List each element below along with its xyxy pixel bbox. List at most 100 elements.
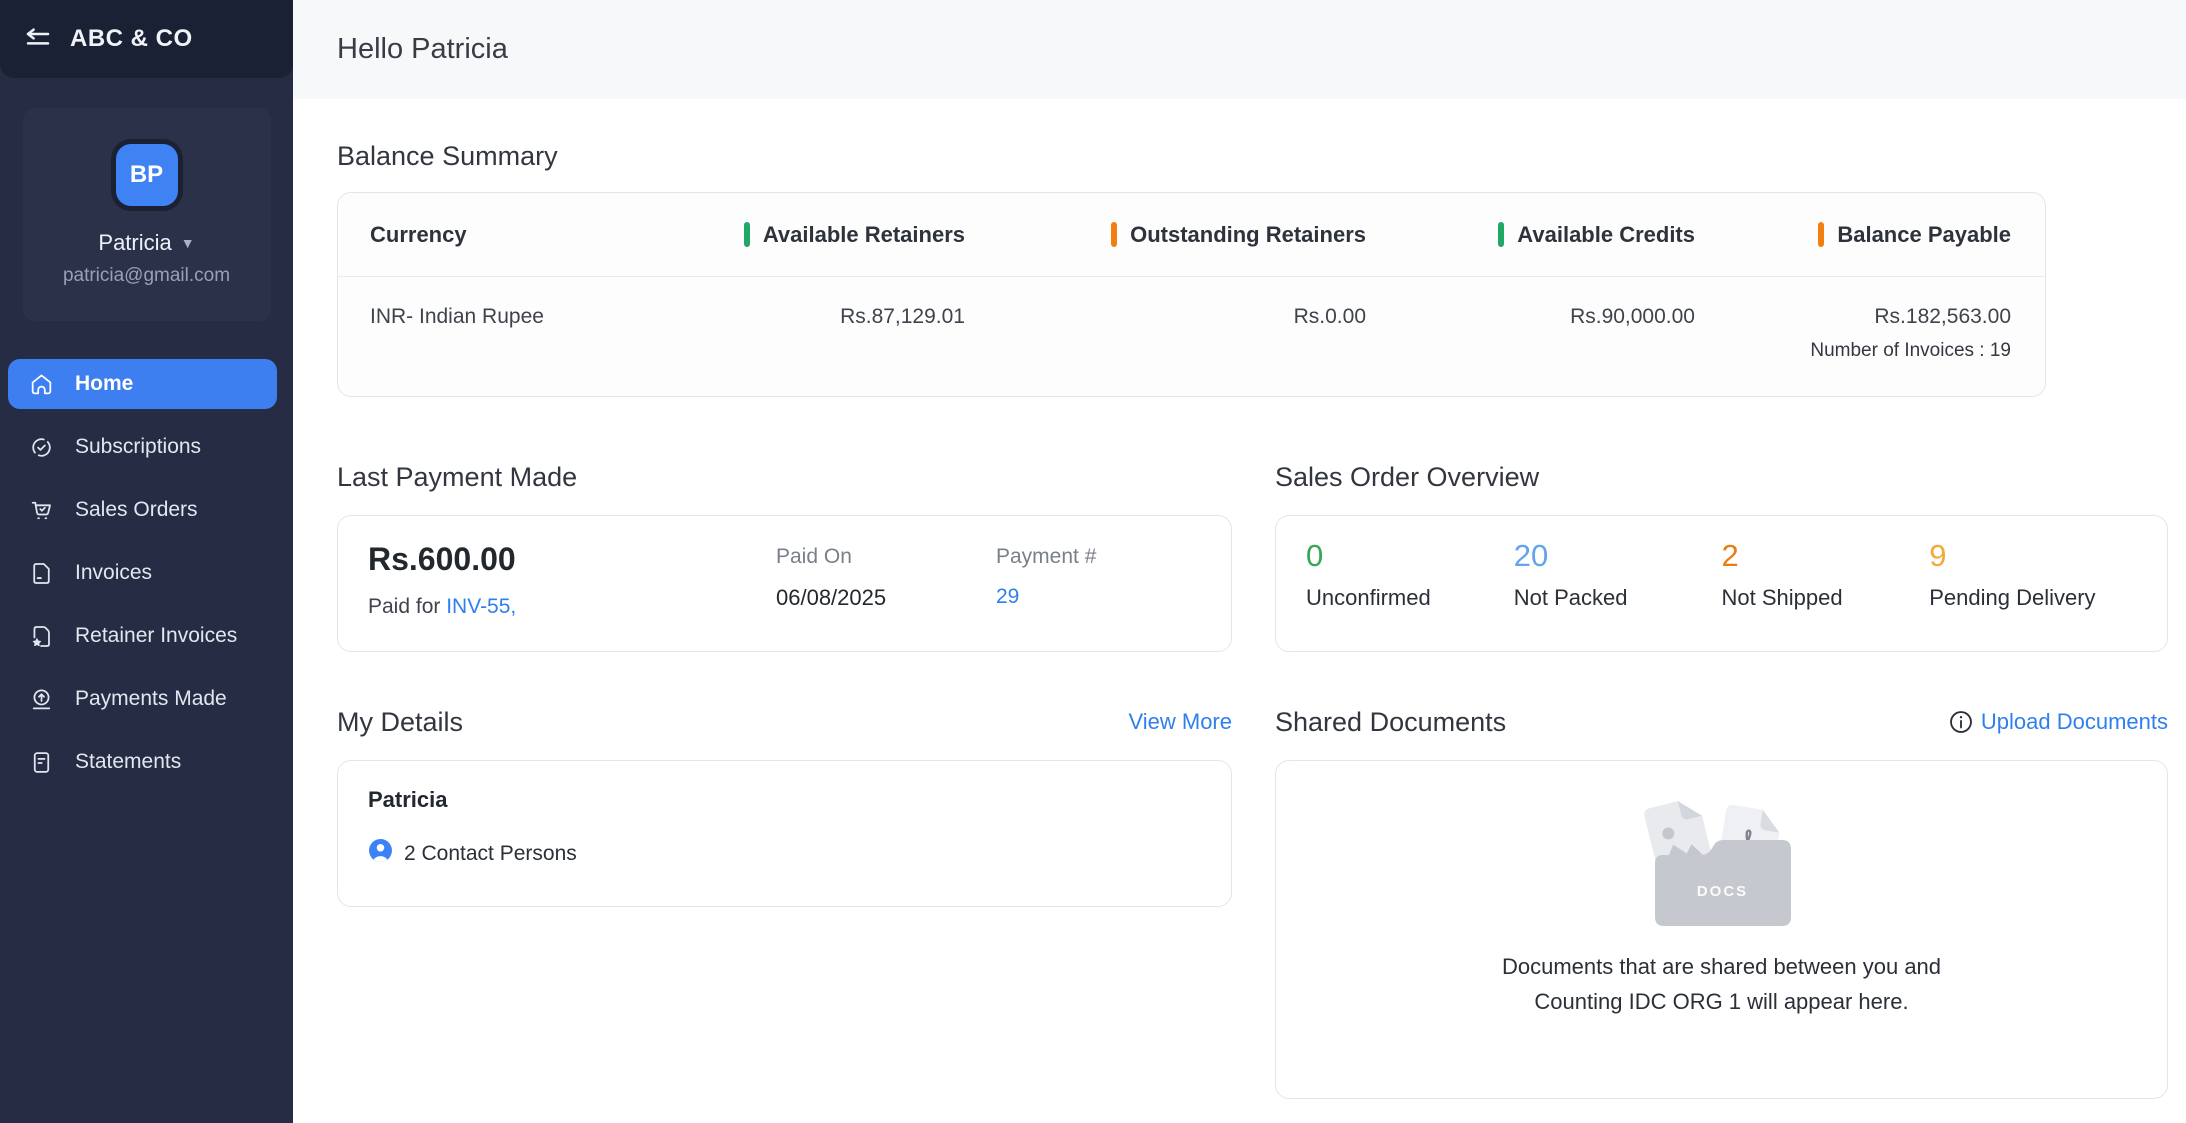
balance-summary-header-row: Currency Available Retainers Outstanding…: [338, 193, 2045, 277]
paid-on-label: Paid On: [776, 541, 996, 569]
stat-not-shipped: 2 Not Shipped: [1722, 538, 1930, 629]
stat-label: Pending Delivery: [1929, 585, 2137, 611]
available-credits-value: Rs.90,000.00: [1366, 305, 1695, 362]
payment-number-block: Payment # 29: [996, 541, 1201, 626]
subscriptions-icon: [28, 434, 55, 461]
last-payment-title: Last Payment Made: [337, 462, 577, 493]
payment-number-link[interactable]: 29: [996, 585, 1019, 608]
sidebar-menu: Home Subscriptions Sales Orders Invoices: [8, 359, 277, 800]
shared-documents-section: Shared Documents Upload Documents: [1275, 704, 2168, 1099]
invoice-link[interactable]: INV-55,: [446, 595, 516, 618]
last-payment-section: Last Payment Made Rs.600.00 Paid for INV…: [337, 459, 1232, 652]
user-name: Patricia: [98, 230, 171, 256]
sales-order-overview-card: 0 Unconfirmed 20 Not Packed 2 Not Shippe…: [1275, 515, 2168, 652]
contact-persons-row[interactable]: 2 Contact Persons: [368, 838, 1201, 869]
column-header-balance-payable: Balance Payable: [1695, 222, 2011, 248]
docs-folder-label: DOCS: [1654, 883, 1792, 900]
sidebar-item-retainer-invoices[interactable]: Retainer Invoices: [8, 611, 277, 661]
sidebar-item-home[interactable]: Home: [8, 359, 277, 409]
payment-amount: Rs.600.00: [368, 541, 776, 578]
green-marker: [1498, 222, 1504, 247]
contact-persons-text: 2 Contact Persons: [404, 842, 577, 866]
paid-on-value: 06/08/2025: [776, 585, 996, 611]
stat-label: Not Packed: [1514, 585, 1722, 611]
profile-card: BP Patricia ▼ patricia@gmail.com: [23, 108, 271, 321]
balance-summary-data-row: INR- Indian Rupee Rs.87,129.01 Rs.0.00 R…: [338, 277, 2045, 396]
available-retainers-value: Rs.87,129.01: [670, 305, 965, 362]
sidebar-item-invoices[interactable]: Invoices: [8, 548, 277, 598]
column-header-available-retainers: Available Retainers: [670, 222, 965, 248]
sidebar-item-label: Invoices: [75, 561, 152, 585]
sales-order-overview-section: Sales Order Overview 0 Unconfirmed 20 No…: [1275, 459, 2168, 652]
home-icon: [28, 371, 55, 398]
stat-unconfirmed: 0 Unconfirmed: [1306, 538, 1514, 629]
contact-person-icon: [368, 838, 393, 869]
main-area: Hello Patricia Balance Summary Currency …: [293, 0, 2186, 1123]
statements-icon: [28, 749, 55, 776]
stat-pending-delivery: 9 Pending Delivery: [1929, 538, 2137, 629]
sidebar-item-subscriptions[interactable]: Subscriptions: [8, 422, 277, 472]
payment-number-label: Payment #: [996, 541, 1201, 569]
stat-value: 2: [1722, 538, 1930, 574]
sales-order-overview-title: Sales Order Overview: [1275, 462, 1539, 493]
sidebar-item-label: Home: [75, 372, 133, 396]
my-details-card: Patricia: [337, 760, 1232, 907]
upload-documents-link[interactable]: Upload Documents: [1981, 709, 2168, 735]
shared-documents-card: DOCS Documents that are shared between y…: [1275, 760, 2168, 1099]
my-details-section: My Details View More Patricia: [337, 704, 1232, 907]
column-header-available-credits: Available Credits: [1366, 222, 1695, 248]
invoice-count-note: Number of Invoices : 19: [1695, 340, 2011, 362]
chevron-down-icon: ▼: [181, 235, 195, 251]
orange-marker: [1818, 222, 1824, 247]
content: Balance Summary Currency Available Retai…: [293, 99, 2186, 1099]
info-icon[interactable]: [1948, 709, 1974, 735]
last-payment-amount-block: Rs.600.00 Paid for INV-55,: [368, 541, 776, 626]
paid-on-block: Paid On 06/08/2025: [776, 541, 996, 626]
paid-for-text: Paid for INV-55,: [368, 595, 776, 619]
user-email: patricia@gmail.com: [33, 265, 261, 287]
org-name: ABC & CO: [70, 25, 193, 53]
sales-orders-icon: [28, 497, 55, 524]
topbar: Hello Patricia: [293, 0, 2186, 99]
invoices-icon: [28, 560, 55, 587]
retainer-invoices-icon: [28, 623, 55, 650]
sidebar-item-sales-orders[interactable]: Sales Orders: [8, 485, 277, 535]
last-payment-card: Rs.600.00 Paid for INV-55, Paid On 06/08…: [337, 515, 1232, 652]
balance-summary-title: Balance Summary: [337, 141, 2168, 172]
my-details-title: My Details: [337, 707, 463, 738]
stat-value: 0: [1306, 538, 1514, 574]
sidebar-item-label: Retainer Invoices: [75, 624, 237, 648]
sidebar-item-label: Payments Made: [75, 687, 227, 711]
stat-value: 9: [1929, 538, 2137, 574]
sidebar-item-label: Sales Orders: [75, 498, 198, 522]
avatar: BP: [116, 144, 178, 206]
collapse-sidebar-icon[interactable]: [22, 23, 54, 55]
docs-empty-illustration: DOCS: [1632, 799, 1812, 927]
balance-summary-table: Currency Available Retainers Outstanding…: [337, 192, 2046, 397]
balance-payable-cell: Rs.182,563.00 Number of Invoices : 19: [1695, 305, 2011, 362]
greeting-text: Hello Patricia: [337, 33, 508, 66]
sidebar-item-statements[interactable]: Statements: [8, 737, 277, 787]
green-marker: [744, 222, 750, 247]
client-portal-app: ABC & CO BP Patricia ▼ patricia@gmail.co…: [0, 0, 2186, 1123]
stat-label: Unconfirmed: [1306, 585, 1514, 611]
column-header-currency: Currency: [370, 222, 670, 248]
outstanding-retainers-value: Rs.0.00: [965, 305, 1366, 362]
sidebar-item-payments-made[interactable]: Payments Made: [8, 674, 277, 724]
currency-value: INR- Indian Rupee: [370, 305, 670, 362]
sidebar: ABC & CO BP Patricia ▼ patricia@gmail.co…: [0, 0, 293, 1123]
view-more-link[interactable]: View More: [1128, 709, 1232, 735]
sidebar-item-label: Statements: [75, 750, 181, 774]
column-header-outstanding-retainers: Outstanding Retainers: [965, 222, 1366, 248]
orange-marker: [1111, 222, 1117, 247]
stat-value: 20: [1514, 538, 1722, 574]
balance-payable-value: Rs.182,563.00: [1695, 305, 2011, 329]
user-dropdown[interactable]: Patricia ▼: [98, 230, 194, 256]
shared-documents-title: Shared Documents: [1275, 707, 1506, 738]
payments-made-icon: [28, 686, 55, 713]
docs-empty-text: Documents that are shared between you an…: [1306, 949, 2137, 1019]
sidebar-header: ABC & CO: [0, 0, 293, 78]
customer-name: Patricia: [368, 787, 1201, 813]
stat-label: Not Shipped: [1722, 585, 1930, 611]
sidebar-item-label: Subscriptions: [75, 435, 201, 459]
